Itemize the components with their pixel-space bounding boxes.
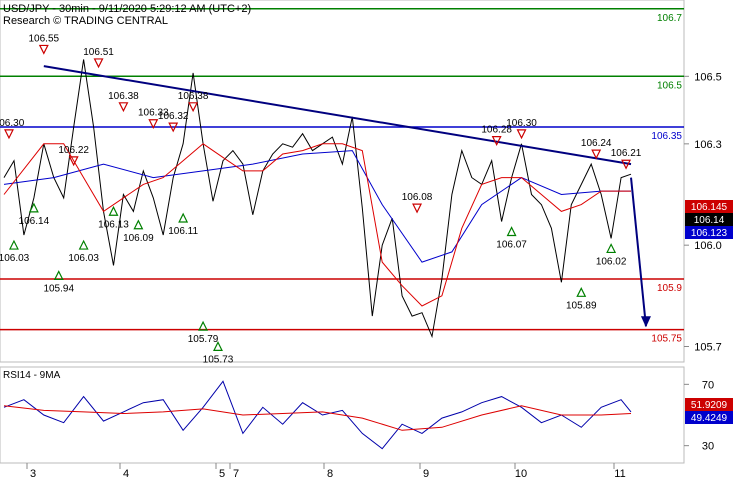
rsi-value-tag-label: 51.9209: [691, 400, 728, 411]
swing-high-label: 106.21: [611, 148, 642, 159]
rsi-y-tick-label: 70: [702, 379, 714, 391]
level-label: 106.7: [657, 13, 682, 24]
level-label: 105.9: [657, 283, 682, 294]
swing-low-label: 106.02: [596, 256, 627, 267]
x-tick-label: 9: [423, 468, 429, 480]
x-tick-label: 4: [123, 468, 129, 480]
x-tick-label: 7: [233, 468, 239, 480]
swing-high-label: 106.08: [402, 192, 433, 203]
swing-high-label: 106.22: [58, 145, 89, 156]
swing-low-label: 106.03: [0, 253, 30, 264]
swing-high-label: 106.24: [581, 138, 612, 149]
y-tick-label: 106.3: [694, 139, 722, 151]
price-tag-label: 106.123: [691, 228, 728, 239]
chart-source: Research © TRADING CENTRAL: [3, 15, 168, 27]
rsi-y-tick-label: 30: [702, 441, 714, 453]
swing-high-label: 106.38: [178, 91, 209, 102]
chart-root: 106.7106.5106.35105.9105.75106.30106.551…: [0, 0, 735, 480]
chart-canvas: 106.7106.5106.35105.9105.75106.30106.551…: [0, 0, 735, 480]
swing-low-label: 106.13: [98, 219, 129, 230]
level-label: 106.5: [657, 80, 682, 91]
level-label: 106.35: [651, 131, 682, 142]
x-tick-label: 8: [327, 468, 333, 480]
y-tick-label: 106.0: [694, 240, 722, 252]
price-tag-label: 106.145: [691, 202, 728, 213]
swing-low-label: 105.89: [566, 300, 597, 311]
x-tick-label: 3: [30, 468, 36, 480]
x-tick-label: 5: [219, 468, 225, 480]
x-tick-label: 11: [614, 468, 625, 480]
swing-low-label: 106.14: [19, 216, 50, 227]
swing-low-label: 105.94: [43, 283, 74, 294]
price-tag-label: 106.14: [694, 215, 725, 226]
swing-low-label: 106.11: [168, 226, 198, 237]
swing-high-label: 106.38: [108, 91, 139, 102]
rsi-title: RSI14 - 9MA: [3, 370, 61, 381]
swing-high-label: 106.55: [29, 33, 60, 44]
level-label: 105.75: [651, 334, 682, 345]
swing-low-label: 105.79: [188, 334, 219, 345]
swing-low-label: 106.09: [123, 233, 154, 244]
swing-high-label: 106.30: [0, 118, 25, 129]
y-tick-label: 106.5: [694, 71, 722, 83]
swing-high-label: 106.32: [158, 111, 189, 122]
x-tick-label: 10: [515, 468, 527, 480]
swing-low-label: 106.03: [68, 253, 99, 264]
swing-low-label: 105.73: [203, 354, 234, 365]
y-tick-label: 105.7: [694, 341, 722, 353]
rsi-value-tag-label: 49.4249: [691, 413, 728, 424]
swing-low-label: 106.07: [496, 240, 527, 251]
swing-high-label: 106.51: [83, 47, 114, 58]
chart-title: USD/JPY - 30min - 9/11/2020 5:29:12 AM (…: [3, 3, 251, 15]
swing-high-label: 106.30: [506, 118, 537, 129]
